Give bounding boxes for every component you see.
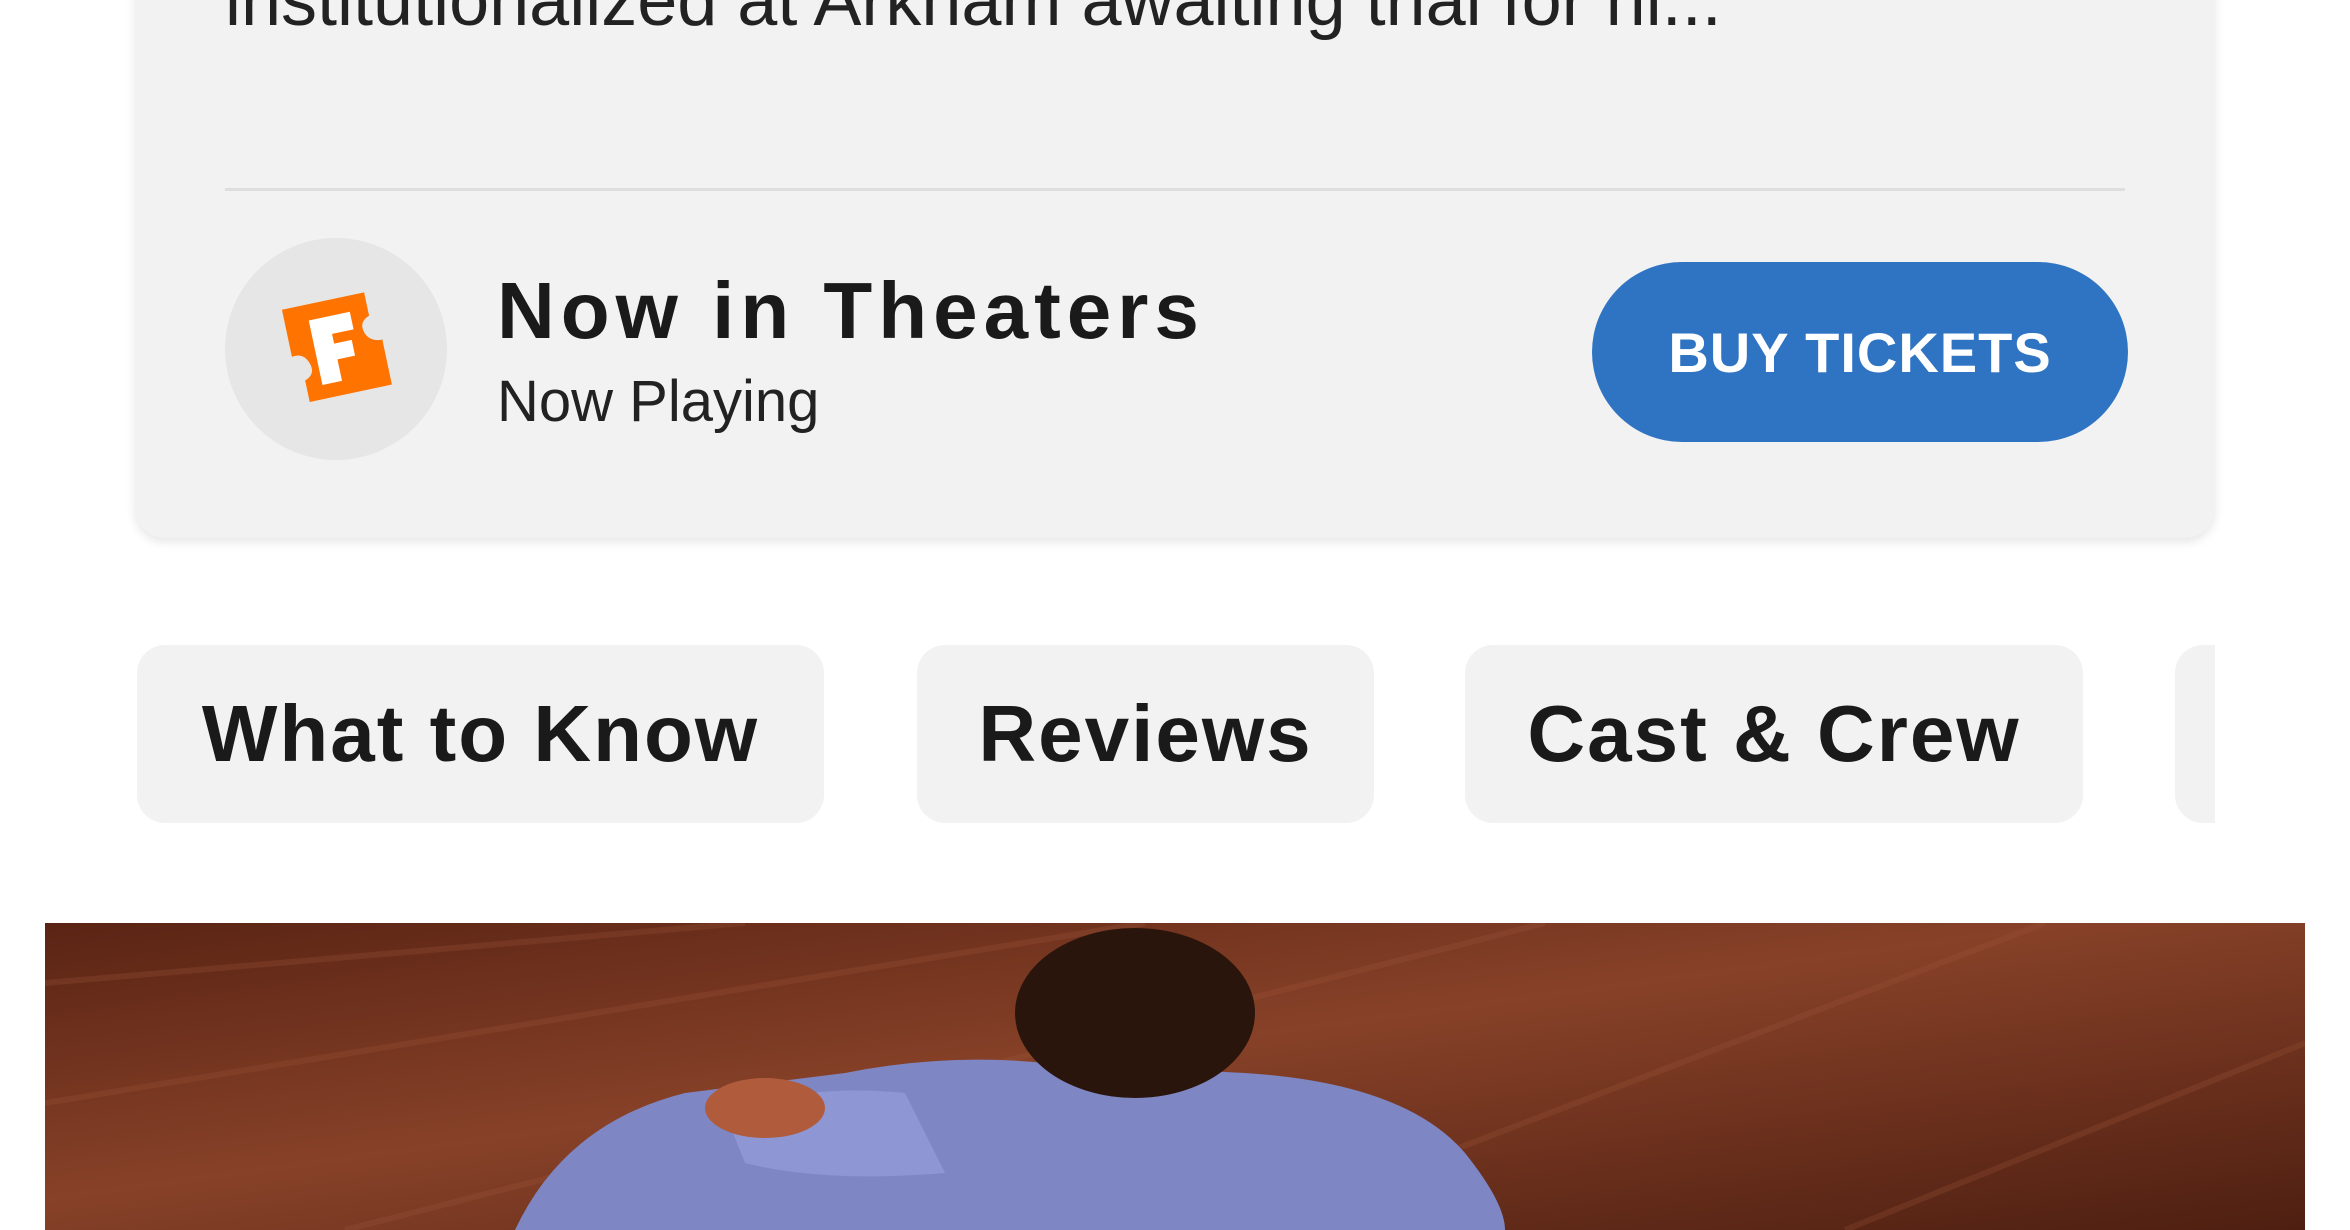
tab-cast-and-crew[interactable]: Cast & Crew xyxy=(1465,645,2083,823)
divider xyxy=(225,188,2125,191)
movie-still-illustration xyxy=(45,923,2305,1230)
now-playing-subtitle: Now Playing xyxy=(497,369,820,434)
fandango-logo xyxy=(225,238,447,460)
movie-info-card: institutionalized at Arkham awaiting tri… xyxy=(135,0,2215,538)
tab-next-partial[interactable] xyxy=(2175,645,2215,823)
tab-reviews[interactable]: Reviews xyxy=(917,645,1374,823)
movie-still-image[interactable] xyxy=(45,923,2305,1230)
tab-what-to-know[interactable]: What to Know xyxy=(137,645,824,823)
buy-tickets-button[interactable]: BUY TICKETS xyxy=(1592,262,2128,442)
now-in-theaters-title: Now in Theaters xyxy=(497,266,1205,355)
fandango-logo-icon xyxy=(281,292,392,403)
synopsis-text[interactable]: institutionalized at Arkham awaiting tri… xyxy=(225,0,2125,42)
